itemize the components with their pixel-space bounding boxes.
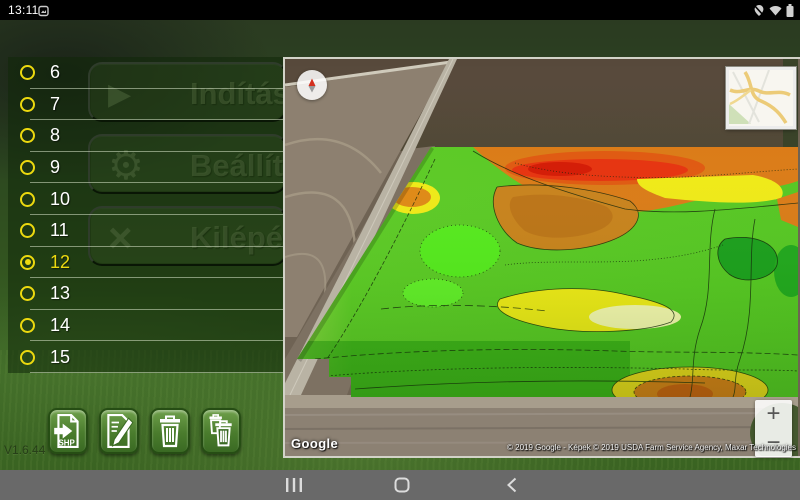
rate-option-13[interactable]: 13 <box>8 278 285 310</box>
recents-button[interactable] <box>282 470 306 500</box>
delete-all-button[interactable] <box>201 408 241 454</box>
android-nav-bar <box>0 470 800 500</box>
radio-icon[interactable] <box>20 286 35 301</box>
rate-option-8[interactable]: 8 <box>8 120 285 152</box>
status-bar: 13:11 <box>0 0 800 20</box>
radio-icon[interactable] <box>20 350 35 365</box>
back-icon <box>507 477 517 493</box>
edit-document-icon <box>104 414 134 448</box>
radio-icon[interactable] <box>20 223 35 238</box>
rate-option-7[interactable]: 7 <box>8 89 285 121</box>
google-logo: Google <box>291 436 338 451</box>
export-shp-button[interactable]: SHP <box>48 408 88 454</box>
rate-option-12[interactable]: 12 <box>8 247 285 279</box>
shp-file-icon: SHP <box>53 414 83 448</box>
trash-icon <box>156 414 184 448</box>
back-button[interactable] <box>500 470 524 500</box>
satellite-scene <box>285 59 798 456</box>
trash-all-icon <box>206 414 236 448</box>
clock: 13:11 <box>8 3 39 17</box>
edit-button[interactable] <box>99 408 139 454</box>
rate-list-panel: 6 7 8 9 10 11 12 13 14 15 <box>8 57 285 373</box>
radio-icon[interactable] <box>20 65 35 80</box>
delete-button[interactable] <box>150 408 190 454</box>
status-icons <box>753 4 794 17</box>
rate-option-11[interactable]: 11 <box>8 215 285 247</box>
rate-option-14[interactable]: 14 <box>8 310 285 342</box>
zoom-in-button[interactable]: + <box>755 400 792 429</box>
home-button[interactable] <box>390 470 414 500</box>
rate-option-10[interactable]: 10 <box>8 183 285 215</box>
location-off-icon <box>753 4 765 17</box>
file-toolbar: SHP <box>48 408 241 454</box>
rate-option-6[interactable]: 6 <box>8 57 285 89</box>
radio-icon[interactable] <box>20 97 35 112</box>
app-screen: { "status_bar": { "time": "13:11", "icon… <box>0 0 800 500</box>
radio-icon[interactable] <box>20 128 35 143</box>
minimap-roads <box>729 70 791 124</box>
overview-minimap[interactable] <box>726 67 796 129</box>
map-attribution: © 2019 Google - Képek © 2019 USDA Farm S… <box>507 443 796 452</box>
recents-icon <box>285 478 303 492</box>
compass-button[interactable] <box>297 70 327 100</box>
rate-option-15[interactable]: 15 <box>8 341 285 373</box>
radio-icon[interactable] <box>20 192 35 207</box>
battery-icon <box>786 4 794 17</box>
map-view[interactable]: + − Google © 2019 Google - Képek © 2019 … <box>283 57 800 458</box>
svg-text:SHP: SHP <box>58 438 75 447</box>
app-version: V1.6.44 <box>4 443 45 457</box>
radio-icon[interactable] <box>20 160 35 175</box>
radio-icon[interactable] <box>20 255 35 270</box>
compass-needle-icon <box>297 70 327 100</box>
wifi-icon <box>769 5 782 16</box>
rate-option-9[interactable]: 9 <box>8 152 285 184</box>
home-icon <box>394 477 410 493</box>
radio-icon[interactable] <box>20 318 35 333</box>
